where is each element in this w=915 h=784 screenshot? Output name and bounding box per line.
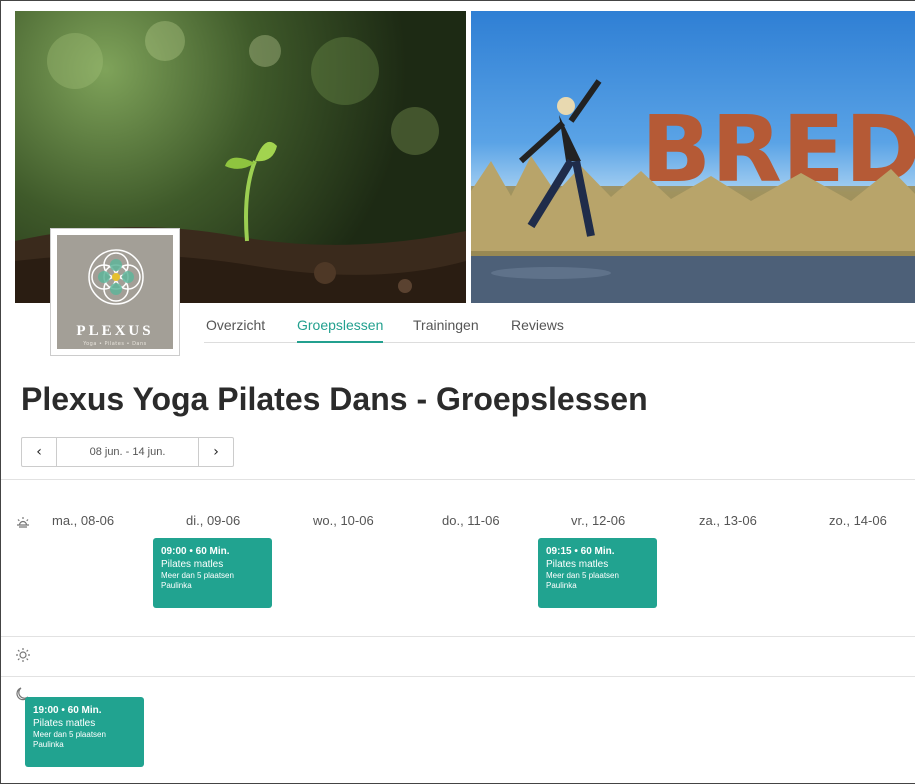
sun-icon <box>16 648 30 662</box>
schedule-divider-evening <box>1 676 915 677</box>
class-name: Pilates matles <box>546 559 609 570</box>
chevron-right-icon: › <box>213 444 219 460</box>
chevron-left-icon: ‹ <box>36 444 42 460</box>
class-time: 19:00 • 60 Min. <box>33 705 102 716</box>
next-week-button[interactable]: › <box>198 438 233 466</box>
schedule-divider-top <box>1 479 915 480</box>
day-header-wed: wo., 10-06 <box>313 513 374 528</box>
page-frame: BREDA <box>0 0 915 784</box>
logo-background: PLEXUS Yoga • Pilates • Dans <box>57 235 173 349</box>
day-header-sun: zo., 14-06 <box>829 513 887 528</box>
class-availability: Meer dan 5 plaatsen <box>33 730 106 739</box>
class-time: 09:15 • 60 Min. <box>546 546 615 557</box>
tab-reviews[interactable]: Reviews <box>511 317 564 341</box>
studio-logo: PLEXUS Yoga • Pilates • Dans <box>50 228 180 356</box>
logo-wordmark: PLEXUS <box>76 323 154 339</box>
flower-of-life-icon <box>88 249 144 305</box>
hero-image-breda: BREDA <box>471 11 915 303</box>
class-time: 09:00 • 60 Min. <box>161 546 230 557</box>
tab-trainingen[interactable]: Trainingen <box>413 317 479 341</box>
class-card[interactable]: 09:15 • 60 Min. Pilates matles Meer dan … <box>538 538 657 608</box>
schedule-divider-afternoon <box>1 636 915 637</box>
sunrise-icon <box>17 517 29 528</box>
class-name: Pilates matles <box>33 718 96 729</box>
week-picker: ‹ 08 jun. - 14 jun. › <box>21 437 234 467</box>
logo-tagline: Yoga • Pilates • Dans <box>83 341 147 347</box>
class-teacher: Paulinka <box>33 740 64 749</box>
class-availability: Meer dan 5 plaatsen <box>161 571 234 580</box>
class-availability: Meer dan 5 plaatsen <box>546 571 619 580</box>
tab-groepslessen[interactable]: Groepslessen <box>297 317 384 343</box>
page-title: Plexus Yoga Pilates Dans - Groepslessen <box>21 381 648 417</box>
class-teacher: Paulinka <box>546 581 577 590</box>
day-header-mon: ma., 08-06 <box>52 513 115 528</box>
previous-week-button[interactable]: ‹ <box>22 438 57 466</box>
day-header-tue: di., 09-06 <box>186 513 241 528</box>
section-tabs: Overzicht Groepslessen Trainingen Review… <box>204 313 915 343</box>
week-range-label: 08 jun. - 14 jun. <box>89 446 166 458</box>
class-name: Pilates matles <box>161 559 224 570</box>
day-header-sat: za., 13-06 <box>699 513 757 528</box>
tab-overzicht[interactable]: Overzicht <box>206 317 265 341</box>
class-card[interactable]: 09:00 • 60 Min. Pilates matles Meer dan … <box>153 538 272 608</box>
class-teacher: Paulinka <box>161 581 192 590</box>
day-header-fri: vr., 12-06 <box>571 513 626 528</box>
class-card[interactable]: 19:00 • 60 Min. Pilates matles Meer dan … <box>25 697 144 767</box>
day-header-thu: do., 11-06 <box>442 513 500 528</box>
